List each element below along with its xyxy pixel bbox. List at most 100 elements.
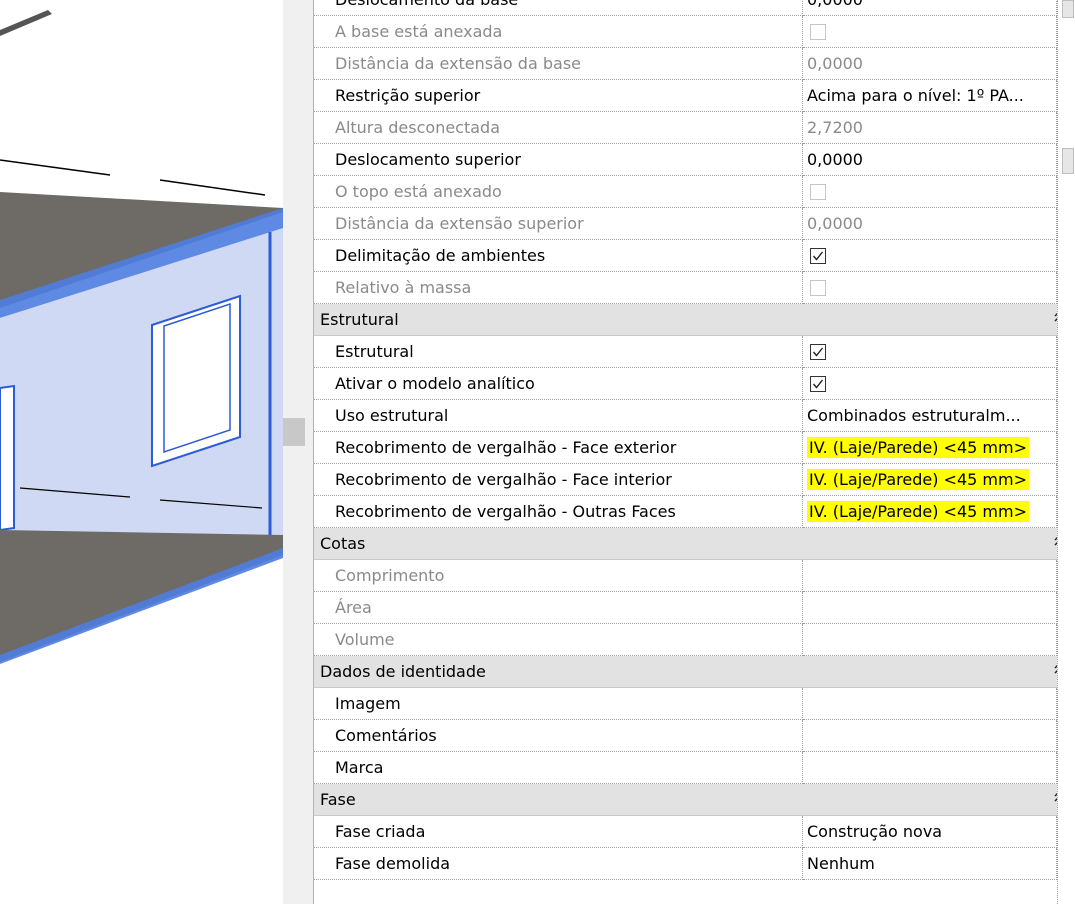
property-row-altura-desconectada: Altura desconectada 2,7200 (314, 112, 1075, 144)
value-text: 0,0000 (807, 54, 863, 73)
property-name: Ativar o modelo analítico (314, 368, 803, 400)
property-row-comentarios: Comentários (314, 720, 1075, 752)
property-value: 0,0000 (803, 208, 1057, 240)
group-header-label: Cotas (320, 534, 366, 553)
property-value[interactable] (803, 368, 1057, 400)
property-value[interactable]: Acima para o nível: 1º PA... (803, 80, 1057, 112)
property-name: Restrição superior (314, 80, 803, 112)
property-name: Deslocamento da base (314, 0, 803, 16)
property-value (803, 176, 1057, 208)
property-name: Deslocamento superior (314, 144, 803, 176)
3d-view-viewport[interactable] (0, 0, 283, 904)
property-name: Comentários (314, 720, 803, 752)
panel-scroll-gutter[interactable] (1057, 0, 1075, 904)
group-header-label: Dados de identidade (320, 662, 486, 681)
property-value[interactable]: IV. (Laje/Parede) <45 mm> (803, 496, 1057, 528)
property-row-distancia-da-extensao-da-base: Distância da extensão da base 0,0000 (314, 48, 1075, 80)
group-header-cotas[interactable]: Cotas (314, 528, 1075, 560)
value-text: 2,7200 (807, 118, 863, 137)
group-header-estrutural[interactable]: Estrutural (314, 304, 1075, 336)
property-row-deslocamento-da-base: Deslocamento da base 0,0000 (314, 0, 1075, 16)
property-value[interactable]: 0,0000 (803, 144, 1057, 176)
property-value[interactable]: 0,0000 (803, 0, 1057, 16)
property-name: Marca (314, 752, 803, 784)
value-text: Construção nova (807, 822, 943, 841)
property-name: Área (314, 592, 803, 624)
property-row-distancia-da-extensao-superior: Distância da extensão superior 0,0000 (314, 208, 1075, 240)
property-row-a-base-esta-anexada: A base está anexada (314, 16, 1075, 48)
property-name: Comprimento (314, 560, 803, 592)
property-value[interactable] (803, 688, 1057, 720)
group-header-fase[interactable]: Fase (314, 784, 1075, 816)
property-row-fase-demolida: Fase demolida Nenhum (314, 848, 1075, 880)
highlighted-value: IV. (Laje/Parede) <45 mm> (807, 437, 1029, 458)
wall-model-3d[interactable] (0, 0, 283, 904)
property-name: Recobrimento de vergalhão - Face interio… (314, 464, 803, 496)
group-header-label: Estrutural (320, 310, 399, 329)
property-name: Fase criada (314, 816, 803, 848)
highlighted-value: IV. (Laje/Parede) <45 mm> (807, 501, 1029, 522)
property-name: Recobrimento de vergalhão - Face exterio… (314, 432, 803, 464)
property-row-restricao-superior: Restrição superior Acima para o nível: 1º… (314, 80, 1075, 112)
property-row-delimitacao-de-ambientes: Delimitação de ambientes (314, 240, 1075, 272)
property-name: Volume (314, 624, 803, 656)
property-row-ativar-o-modelo-analitico: Ativar o modelo analítico (314, 368, 1075, 400)
property-row-marca: Marca (314, 752, 1075, 784)
property-row-recobrimento-de-vergalhao-face-exterior: Recobrimento de vergalhão - Face exterio… (314, 432, 1075, 464)
property-value[interactable]: Combinados estruturalm... (803, 400, 1057, 432)
property-name: Fase demolida (314, 848, 803, 880)
property-value (803, 560, 1057, 592)
property-value (803, 592, 1057, 624)
value-text: 0,0000 (807, 214, 863, 233)
property-row-deslocamento-superior: Deslocamento superior 0,0000 (314, 144, 1075, 176)
checkbox-unchecked (810, 279, 826, 296)
property-name: Distância da extensão superior (314, 208, 803, 240)
property-value[interactable] (803, 240, 1057, 272)
property-name: Altura desconectada (314, 112, 803, 144)
property-row-estrutural: Estrutural (314, 336, 1075, 368)
property-value[interactable]: Construção nova (803, 816, 1057, 848)
door-opening (0, 384, 15, 532)
properties-panel: Deslocamento da base 0,0000 A base está an… (313, 0, 1075, 904)
property-value (803, 624, 1057, 656)
property-value[interactable] (803, 720, 1057, 752)
checkbox-checked[interactable] (810, 343, 826, 360)
property-row-fase-criada: Fase criada Construção nova (314, 816, 1075, 848)
value-text: 0,0000 (807, 0, 863, 9)
group-header-dados-de-identidade[interactable]: Dados de identidade (314, 656, 1075, 688)
property-value[interactable]: Nenhum (803, 848, 1057, 880)
property-value (803, 16, 1057, 48)
property-value[interactable] (803, 752, 1057, 784)
scroll-button[interactable] (1062, 0, 1074, 18)
property-value (803, 272, 1057, 304)
property-row-uso-estrutural: Uso estrutural Combinados estruturalm... (314, 400, 1075, 432)
property-value: 2,7200 (803, 112, 1057, 144)
slab-edge-top (0, 10, 52, 36)
window-inner (163, 302, 231, 454)
property-value[interactable] (803, 336, 1057, 368)
property-value[interactable]: IV. (Laje/Parede) <45 mm> (803, 432, 1057, 464)
property-name: Distância da extensão da base (314, 48, 803, 80)
value-browse-button[interactable] (1062, 148, 1074, 174)
property-value[interactable]: IV. (Laje/Parede) <45 mm> (803, 464, 1057, 496)
property-value: 0,0000 (803, 48, 1057, 80)
panel-splitter[interactable] (283, 0, 313, 904)
property-row-recobrimento-de-vergalhao-face-interior: Recobrimento de vergalhão - Face interio… (314, 464, 1075, 496)
value-text: Nenhum (807, 854, 875, 873)
property-row-comprimento: Comprimento (314, 560, 1075, 592)
splitter-grip[interactable] (283, 418, 305, 446)
checkbox-checked[interactable] (810, 247, 826, 264)
ref-line (159, 179, 266, 196)
property-row-imagem: Imagem (314, 688, 1075, 720)
property-row-relativo-a-massa: Relativo à massa (314, 272, 1075, 304)
checkbox-checked[interactable] (810, 375, 826, 392)
property-row-o-topo-esta-anexado: O topo está anexado (314, 176, 1075, 208)
group-header-label: Fase (320, 790, 356, 809)
property-row-volume: Volume (314, 624, 1075, 656)
value-text: Combinados estruturalm... (807, 406, 1021, 425)
property-name: Uso estrutural (314, 400, 803, 432)
checkbox-unchecked (810, 183, 826, 200)
property-name: O topo está anexado (314, 176, 803, 208)
property-name: Estrutural (314, 336, 803, 368)
property-name: Recobrimento de vergalhão - Outras Faces (314, 496, 803, 528)
